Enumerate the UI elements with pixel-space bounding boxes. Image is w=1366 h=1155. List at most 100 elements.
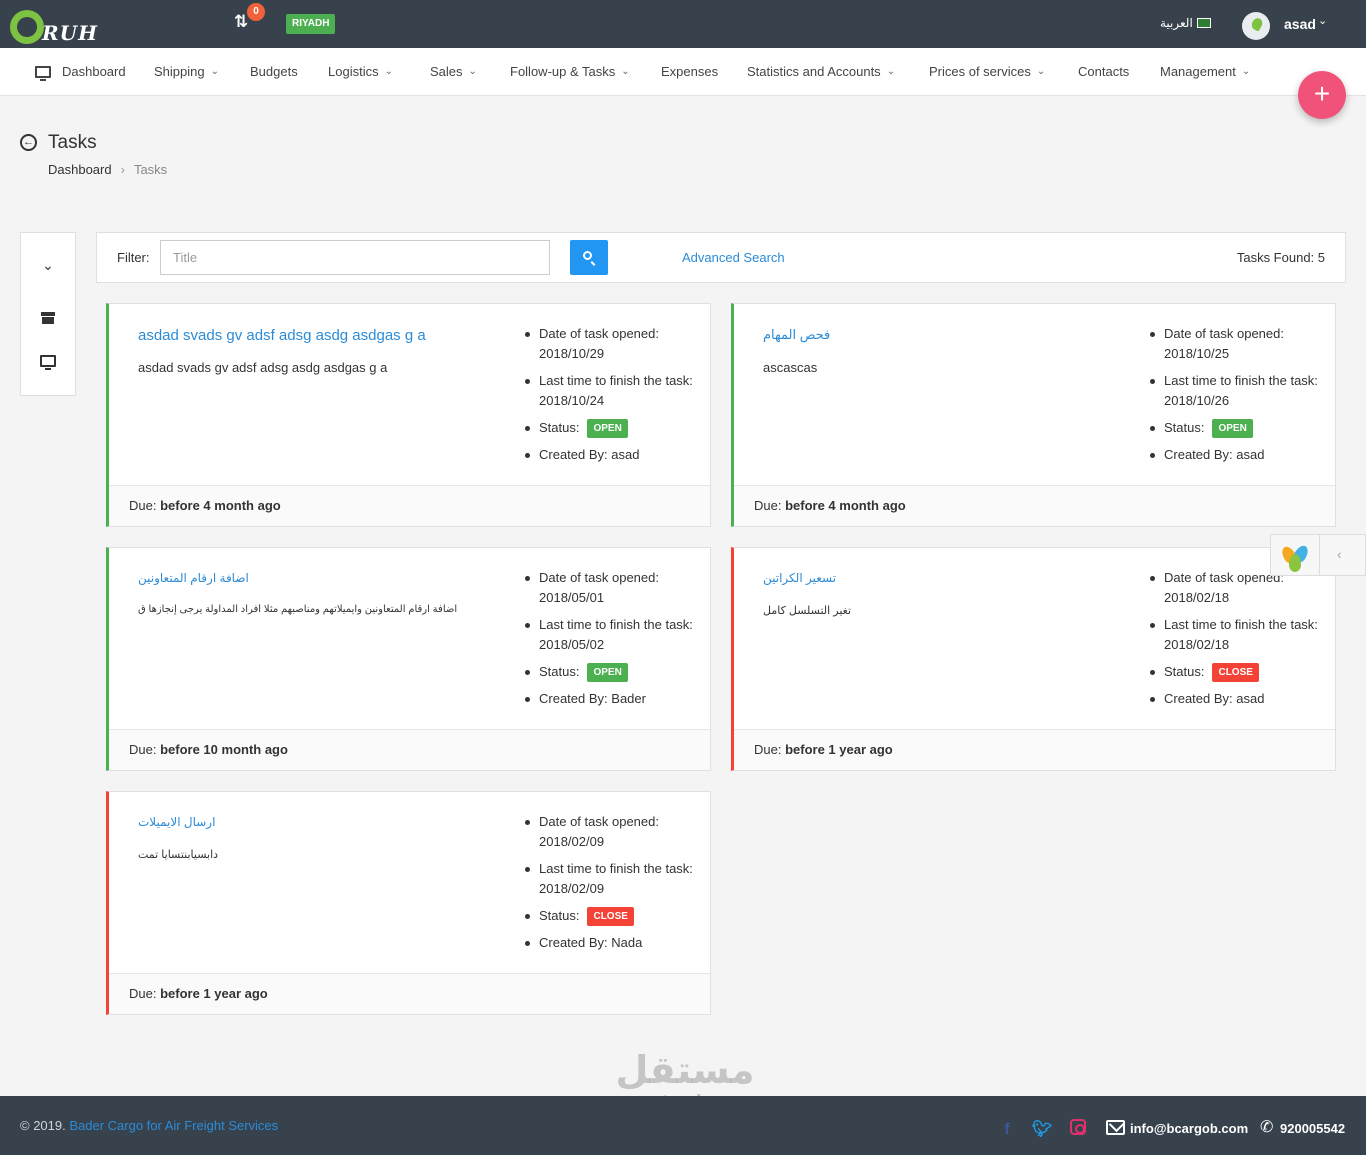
task-title-link[interactable]: تسعير الكراتين — [763, 571, 1103, 585]
status-badge: CLOSE — [587, 907, 634, 927]
task-description: ascascas — [763, 360, 818, 375]
breadcrumb-dashboard[interactable]: Dashboard — [48, 162, 112, 177]
status-badge: OPEN — [587, 663, 628, 683]
advanced-search-link[interactable]: Advanced Search — [682, 250, 785, 265]
copyright: © 2019. Bader Cargo for Air Freight Serv… — [20, 1118, 279, 1133]
task-title-link[interactable]: فحص المهام — [763, 327, 1103, 343]
task-finish: Last time to finish the task: 2018/02/18 — [1148, 615, 1328, 655]
notification-count-badge: 0 — [247, 3, 265, 21]
task-title-link[interactable]: ارسال الايميلات — [138, 815, 478, 829]
main-nav: Dashboard Shipping ⌄ Budgets Logistics ⌄ S… — [0, 48, 1366, 96]
logo-mark — [10, 10, 44, 44]
task-finish: Last time to finish the task: 2018/10/26 — [1148, 371, 1328, 411]
yii-logo-icon — [1279, 542, 1311, 572]
tasks-found-count: Tasks Found: 5 — [1236, 250, 1325, 265]
task-opened: Date of task opened: 2018/10/25 — [1148, 324, 1328, 364]
task-created-by: Created By: asad — [1148, 689, 1328, 709]
nav-follow-up-tasks[interactable]: Follow-up & Tasks ⌄ — [510, 64, 630, 79]
task-description: تغير التسلسل كامل — [763, 605, 852, 617]
chevron-down-icon: ⌄ — [468, 66, 477, 77]
task-description: دابسيابنتسايا تمت — [138, 849, 219, 861]
branch-badge: RIYADH — [286, 14, 336, 34]
chevron-down-icon: ⌄ — [886, 66, 896, 77]
chevron-down-icon: ⌄ — [1241, 66, 1251, 77]
nav-statistics-accounts[interactable]: Statistics and Accounts ⌄ — [747, 64, 895, 79]
breadcrumb-separator: › — [120, 162, 125, 177]
task-created-by: Created By: Bader — [523, 689, 703, 709]
company-logo[interactable]: RUH — [10, 4, 97, 45]
breadcrumb-current: Tasks — [133, 162, 168, 177]
task-created-by: Created By: Nada — [523, 933, 703, 953]
task-title-link[interactable]: asdad svads gv adsf adsg asdg asdgas g a — [138, 327, 478, 344]
task-description: asdad svads gv adsf adsg asdg asdgas g a — [138, 360, 388, 375]
task-opened: Date of task opened: 2018/10/29 — [523, 324, 703, 364]
facebook-icon[interactable]: f — [998, 1121, 1016, 1139]
footer: © 2019. Bader Cargo for Air Freight Serv… — [0, 1096, 1366, 1155]
monitor-icon[interactable] — [40, 355, 56, 370]
user-menu[interactable]: asad — [1284, 16, 1316, 32]
mail-icon — [1106, 1120, 1125, 1135]
nav-budgets[interactable]: Budgets — [250, 64, 298, 79]
task-meta-list: Date of task opened: 2018/10/29 Last time… — [523, 324, 703, 472]
search-icon — [583, 251, 592, 260]
breadcrumb: Dashboard › Tasks — [48, 162, 167, 177]
task-opened: Date of task opened: 2018/02/09 — [523, 812, 703, 852]
task-card: ارسال الايميلات دابسيابنتسايا تمت Date o… — [106, 791, 711, 1015]
task-status: Status: OPEN — [523, 662, 703, 683]
task-meta-list: Date of task opened: 2018/10/25 Last time… — [1148, 324, 1328, 472]
nav-management[interactable]: Management ⌄ — [1160, 64, 1250, 79]
task-finish: Last time to finish the task: 2018/05/02 — [523, 615, 703, 655]
task-status: Status: OPEN — [523, 418, 703, 439]
task-description: اضافة ارقام المتعاونين وايميلاتهم ومناصب… — [138, 604, 458, 615]
company-link[interactable]: Bader Cargo for Air Freight Services — [69, 1118, 278, 1133]
chevron-down-icon[interactable]: ⌄ — [40, 257, 56, 273]
debug-toolbar-toggle[interactable]: ‹ — [1270, 534, 1366, 576]
filter-label: Filter: — [117, 250, 150, 265]
task-created-by: Created By: asad — [1148, 445, 1328, 465]
task-opened: Date of task opened: 2018/05/01 — [523, 568, 703, 608]
archive-icon[interactable] — [41, 312, 55, 324]
chevron-down-icon: ⌄ — [384, 66, 393, 77]
nav-prices-of-services[interactable]: Prices of services ⌄ — [929, 64, 1045, 79]
task-due: Due: before 10 month ago — [109, 729, 710, 770]
chevron-down-icon[interactable]: ⌄ — [1318, 14, 1327, 27]
task-card: تسعير الكراتين تغير التسلسل كامل Date of… — [731, 547, 1336, 771]
status-badge: OPEN — [1212, 419, 1253, 439]
title-filter-input[interactable] — [160, 240, 550, 275]
nav-dashboard[interactable]: Dashboard — [35, 64, 126, 81]
nav-contacts[interactable]: Contacts — [1078, 64, 1129, 79]
back-arrow-icon[interactable]: ← — [20, 134, 37, 151]
search-button[interactable] — [570, 240, 608, 275]
phone-icon: ✆ — [1260, 1119, 1274, 1136]
nav-expenses[interactable]: Expenses — [661, 64, 718, 79]
nav-shipping[interactable]: Shipping ⌄ — [154, 64, 219, 79]
task-due: Due: before 1 year ago — [734, 729, 1335, 770]
avatar[interactable] — [1242, 12, 1270, 40]
chevron-down-icon: ⌄ — [210, 66, 219, 77]
top-bar: RUH ⇅ 0 RIYADH العربية asad ⌄ — [0, 0, 1366, 48]
add-task-button[interactable]: + — [1298, 71, 1346, 119]
task-card: اضافة ارقام المتعاونين اضافة ارقام المتع… — [106, 547, 711, 771]
task-card: asdad svads gv adsf adsg asdg asdgas g a… — [106, 303, 711, 527]
contact-phone[interactable]: 920005542 — [1280, 1121, 1345, 1136]
status-badge: OPEN — [587, 419, 628, 439]
nav-logistics[interactable]: Logistics ⌄ — [328, 64, 393, 79]
task-meta-list: Date of task opened: 2018/02/18 Last time… — [1148, 568, 1328, 716]
status-badge: CLOSE — [1212, 663, 1259, 683]
task-due: Due: before 1 year ago — [109, 973, 710, 1014]
task-card: فحص المهام ascascas Date of task opened:… — [731, 303, 1336, 527]
twitter-icon[interactable]: 🐦︎ — [1032, 1121, 1052, 1139]
nav-sales[interactable]: Sales ⌄ — [430, 64, 477, 79]
instagram-icon[interactable] — [1070, 1119, 1086, 1135]
task-status: Status: CLOSE — [523, 906, 703, 927]
page-title: Tasks — [48, 132, 97, 153]
task-finish: Last time to finish the task: 2018/10/24 — [523, 371, 703, 411]
contact-email[interactable]: info@bcargob.com — [1130, 1121, 1248, 1136]
task-title-link[interactable]: اضافة ارقام المتعاونين — [138, 571, 478, 585]
task-status: Status: CLOSE — [1148, 662, 1328, 683]
task-meta-list: Date of task opened: 2018/02/09 Last time… — [523, 812, 703, 960]
filter-bar: Filter: Advanced Search Tasks Found: 5 — [96, 232, 1346, 283]
chevron-left-icon[interactable]: ‹ — [1337, 546, 1342, 562]
task-status: Status: OPEN — [1148, 418, 1328, 439]
language-switch[interactable]: العربية — [1160, 16, 1193, 30]
